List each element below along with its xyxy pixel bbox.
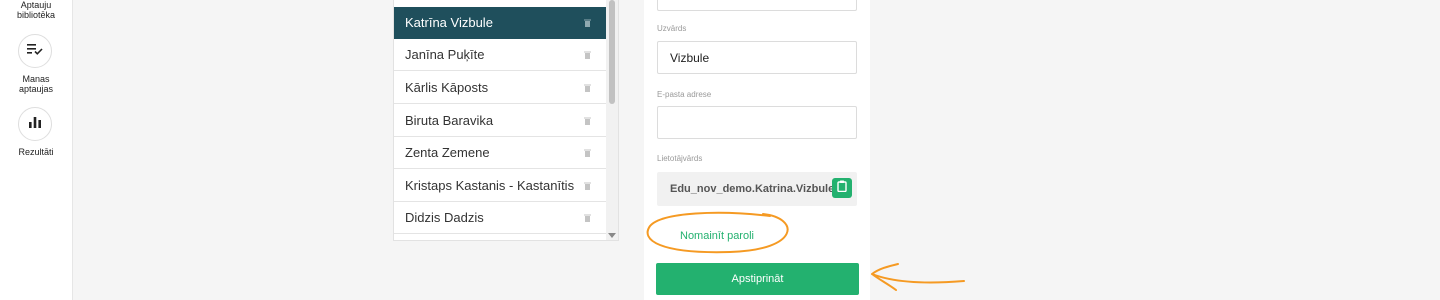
list-item[interactable]: Katrīna Vizbule [394,7,608,39]
library-label-line1: Aptauju [20,0,52,10]
sidebar-item-results-label[interactable]: Rezultāti [0,147,72,157]
trash-icon[interactable] [577,182,597,190]
user-name: Didzis Dadzis [405,210,484,225]
sidebar-item-results[interactable] [18,107,52,141]
username-value: Edu_nov_demo.Katrina.Vizbule [670,183,835,195]
sidebar-item-my-surveys-label[interactable]: Manas aptaujas [0,74,72,94]
scroll-down-icon[interactable] [608,233,616,238]
library-label-line2: bibliotēka [16,10,56,20]
checklist-icon [27,42,43,60]
user-name: Katrīna Vizbule [405,15,493,30]
user-list: Katrīna Vizbule Janīna Puķīte Kārlis Kāp… [393,0,619,241]
trash-icon[interactable] [577,19,597,27]
trash-icon[interactable] [577,84,597,92]
user-name: Biruta Baravika [405,113,494,128]
list-item[interactable]: Kristaps Kastanis - Kastanītis [394,170,608,202]
username-field: Edu_nov_demo.Katrina.Vizbule [657,172,857,206]
trash-icon[interactable] [577,214,597,222]
clipboard-icon [837,179,847,197]
list-item[interactable]: Kārlis Kāposts [394,72,608,104]
sidebar-item-library-label[interactable]: Aptauju bibliotēka [0,0,72,20]
change-password-link[interactable]: Nomainīt paroli [680,230,754,242]
my-surveys-label-line1: Manas [22,74,50,84]
email-field[interactable] [657,106,857,139]
trash-icon[interactable] [577,149,597,157]
my-surveys-label-line2: aptaujas [18,84,54,94]
user-edit-form: Uzvārds Vizbule E-pasta adrese Lietotājv… [644,0,870,300]
username-label: Lietotājvārds [657,154,703,163]
sidebar-item-my-surveys[interactable] [18,34,52,68]
bar-chart-icon [28,115,42,133]
surname-label: Uzvārds [657,24,687,33]
list-item[interactable]: Didzis Dadzis [394,202,608,234]
email-label: E-pasta adrese [657,90,712,99]
copy-username-button[interactable] [832,178,852,198]
sidebar: Aptauju bibliotēka Manas aptaujas Rezult… [0,0,73,300]
trash-icon[interactable] [577,51,597,59]
first-name-field[interactable] [657,0,857,11]
list-item[interactable]: Biruta Baravika [394,105,608,137]
annotation-arrow [871,263,965,291]
user-name: Zenta Zemene [405,145,490,160]
surname-field[interactable]: Vizbule [657,41,857,74]
user-name: Kristaps Kastanis - Kastanītis [405,178,575,193]
user-name: Kārlis Kāposts [405,80,489,95]
trash-icon[interactable] [577,117,597,125]
user-name: Janīna Puķīte [405,47,485,62]
confirm-button[interactable]: Apstiprināt [656,263,859,295]
scrollbar-thumb[interactable] [609,0,615,104]
list-scrollbar[interactable] [606,0,618,240]
list-item[interactable]: Zenta Zemene [394,137,608,169]
list-item[interactable]: Janīna Puķīte [394,39,608,71]
